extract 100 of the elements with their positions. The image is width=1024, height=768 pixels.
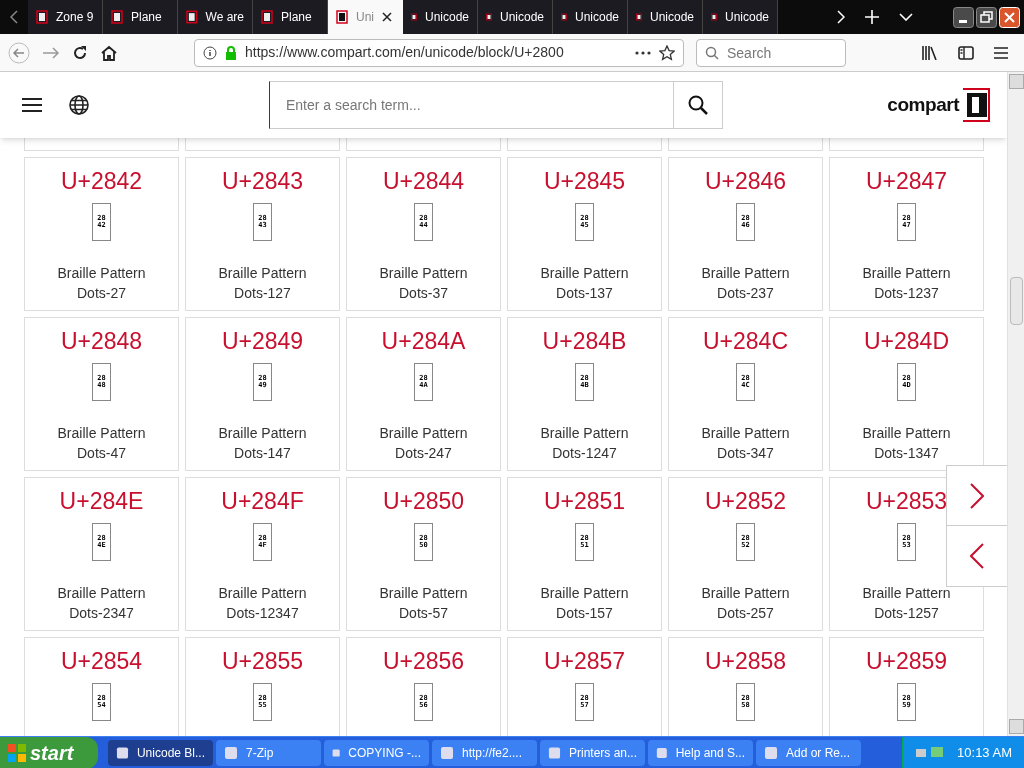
taskbar-button[interactable]: 7-Zip bbox=[216, 739, 321, 766]
code-point-text: U+2852 bbox=[704, 487, 787, 516]
app-icon bbox=[440, 745, 454, 760]
code-point-text: U+2856 bbox=[382, 647, 465, 676]
browser-search-field[interactable]: Search bbox=[696, 38, 846, 67]
character-name: Braille Pattern Dots-57 bbox=[378, 584, 469, 623]
app-icon bbox=[656, 745, 668, 760]
browser-tab[interactable]: Zone 9 bbox=[28, 0, 103, 34]
character-name: Braille Pattern Dots-2347 bbox=[56, 584, 147, 623]
lock-icon bbox=[225, 45, 237, 60]
logo-text: compart bbox=[887, 92, 959, 117]
forward-icon[interactable] bbox=[42, 45, 60, 60]
character-name: Braille Pattern Dots-147 bbox=[217, 424, 308, 463]
character-name: Braille Pattern Dots-127 bbox=[217, 264, 308, 303]
character-name: Braille Pattern Dots-257 bbox=[700, 584, 791, 623]
favicon-icon bbox=[711, 10, 717, 24]
app-icon bbox=[116, 745, 129, 760]
more-icon[interactable] bbox=[635, 50, 651, 55]
start-button[interactable]: start bbox=[0, 736, 98, 768]
taskbar-button[interactable]: Printers an... bbox=[540, 739, 645, 766]
sidebar-icon[interactable] bbox=[958, 45, 974, 60]
browser-tab[interactable]: Unicode bbox=[703, 0, 778, 34]
code-point-text: U+2850 bbox=[382, 487, 465, 516]
app-icon bbox=[548, 745, 561, 760]
favicon-icon bbox=[261, 10, 273, 24]
character-name: Braille Pattern Dots-1247 bbox=[539, 424, 630, 463]
character-name: Braille Pattern Dots-137 bbox=[539, 264, 630, 303]
character-name: Braille Pattern Dots-47 bbox=[56, 424, 147, 463]
chevron-right-icon[interactable] bbox=[837, 10, 845, 24]
character-name: Braille Pattern Dots-347 bbox=[700, 424, 791, 463]
browser-tab[interactable]: We are bbox=[178, 0, 253, 34]
library-icon[interactable] bbox=[922, 45, 938, 60]
url-text: https://www.compart.com/en/unicode/block/U+2800 bbox=[245, 43, 564, 62]
code-point-text: U+2858 bbox=[704, 647, 787, 676]
favicon-icon bbox=[336, 10, 348, 24]
search-button[interactable] bbox=[674, 81, 723, 129]
browser-tab[interactable]: Unicode bbox=[478, 0, 553, 34]
reload-icon[interactable] bbox=[72, 44, 88, 61]
taskbar-button[interactable]: http://fe2.... bbox=[432, 739, 537, 766]
code-point-text: U+2854 bbox=[60, 647, 143, 676]
search-icon bbox=[688, 95, 708, 115]
new-tab-icon[interactable] bbox=[865, 10, 879, 24]
dropdown-icon[interactable] bbox=[899, 13, 913, 21]
code-point-text: U+2851 bbox=[543, 487, 626, 516]
taskbar-button[interactable]: COPYING -... bbox=[324, 739, 429, 766]
favicon-icon bbox=[486, 10, 492, 24]
character-name: Braille Pattern Dots-237 bbox=[700, 264, 791, 303]
code-point-text: U+2845 bbox=[543, 167, 626, 196]
code-point-text: U+2859 bbox=[865, 647, 948, 676]
browser-tab[interactable]: Plane bbox=[103, 0, 178, 34]
taskbar-button[interactable]: Add or Re... bbox=[756, 739, 861, 766]
site-search-field[interactable]: Enter a search term... bbox=[269, 81, 674, 129]
favicon-icon bbox=[36, 10, 48, 24]
windows-logo-icon bbox=[8, 743, 26, 762]
clock-text: 10:13 AM bbox=[957, 743, 1012, 762]
taskbar-button[interactable]: Help and S... bbox=[648, 739, 753, 766]
character-name: Braille Pattern Dots-1237 bbox=[861, 264, 952, 303]
chevron-left-icon bbox=[970, 543, 984, 569]
star-icon[interactable] bbox=[659, 44, 675, 61]
app-icon bbox=[764, 745, 778, 760]
code-point-text: U+284C bbox=[703, 327, 788, 356]
info-icon[interactable] bbox=[203, 45, 217, 60]
code-point-text: U+2855 bbox=[221, 647, 304, 676]
code-point-text: U+2843 bbox=[221, 167, 304, 196]
character-name: Braille Pattern Dots-12347 bbox=[217, 584, 308, 623]
menu-icon[interactable] bbox=[22, 98, 42, 112]
character-name: Braille Pattern Dots-157 bbox=[539, 584, 630, 623]
character-name: Braille Pattern Dots-247 bbox=[378, 424, 469, 463]
code-point-text: U+2847 bbox=[865, 167, 948, 196]
character-name: Braille Pattern Dots-1257 bbox=[861, 584, 952, 623]
home-icon[interactable] bbox=[100, 44, 118, 61]
code-point-text: U+2853 bbox=[865, 487, 948, 516]
favicon-icon bbox=[636, 10, 642, 24]
code-point-text: U+284F bbox=[221, 487, 304, 516]
favicon-icon bbox=[561, 10, 567, 24]
search-icon bbox=[705, 45, 719, 60]
browser-tab[interactable]: Uni bbox=[328, 0, 403, 34]
code-point-text: U+284D bbox=[864, 327, 949, 356]
close-tab-icon[interactable] bbox=[382, 12, 392, 22]
code-point-text: U+2844 bbox=[382, 167, 465, 196]
browser-tab[interactable]: Unicode bbox=[553, 0, 628, 34]
favicon-icon bbox=[411, 10, 417, 24]
address-bar[interactable]: https://www.compart.com/en/unicode/block/U+2800 bbox=[194, 38, 684, 67]
close-icon[interactable] bbox=[999, 6, 1020, 28]
globe-icon[interactable] bbox=[69, 95, 89, 115]
scrollbar[interactable] bbox=[1007, 72, 1024, 736]
character-name: Braille Pattern Dots-1347 bbox=[861, 424, 952, 463]
browser-tab[interactable]: Unicode bbox=[628, 0, 703, 34]
character-name: Braille Pattern Dots-27 bbox=[56, 264, 147, 303]
browser-tab[interactable]: Unicode bbox=[403, 0, 478, 34]
minimize-icon[interactable] bbox=[953, 6, 974, 28]
chevron-left-icon bbox=[10, 10, 18, 24]
browser-tab[interactable]: Plane bbox=[253, 0, 328, 34]
code-point-text: U+284E bbox=[59, 487, 144, 516]
taskbar-button[interactable]: Unicode Bl... bbox=[108, 739, 213, 766]
menu-icon[interactable] bbox=[994, 46, 1008, 59]
code-point-text: U+2849 bbox=[221, 327, 304, 356]
code-point-text: U+284A bbox=[381, 327, 466, 356]
code-point-text: U+284B bbox=[542, 327, 627, 356]
restore-icon[interactable] bbox=[976, 6, 997, 28]
